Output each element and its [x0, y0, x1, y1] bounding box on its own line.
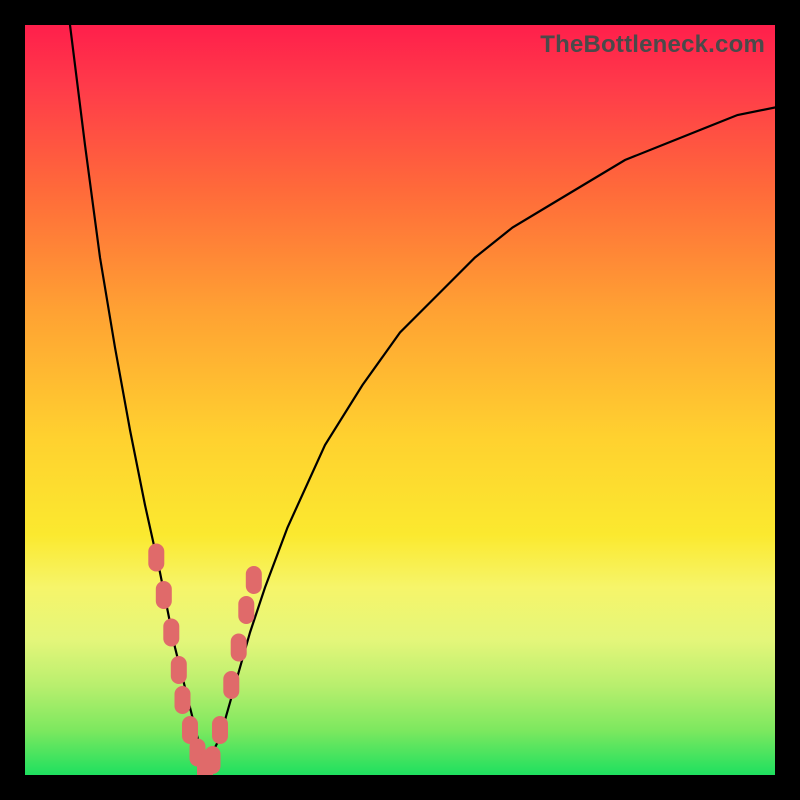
marker-point — [175, 686, 191, 714]
chart-frame: TheBottleneck.com — [0, 0, 800, 800]
marker-point — [223, 671, 239, 699]
marker-point — [238, 596, 254, 624]
marker-point — [171, 656, 187, 684]
markers-right — [205, 566, 262, 774]
marker-point — [205, 746, 221, 774]
chart-svg — [25, 25, 775, 775]
marker-point — [148, 544, 164, 572]
right-curve — [205, 108, 775, 768]
marker-point — [246, 566, 262, 594]
marker-point — [231, 634, 247, 662]
left-curve — [70, 25, 205, 768]
marker-point — [163, 619, 179, 647]
marker-point — [156, 581, 172, 609]
plot-area: TheBottleneck.com — [25, 25, 775, 775]
markers-left — [148, 544, 213, 776]
marker-point — [212, 716, 228, 744]
